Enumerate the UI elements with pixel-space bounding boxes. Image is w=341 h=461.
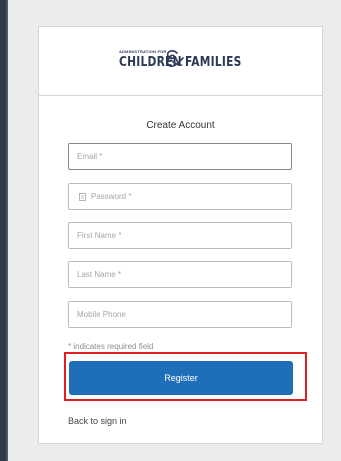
last-name-field[interactable]: [68, 261, 292, 288]
logo-header: ADMINISTRATION FOR CHILDREN FAMILIES: [39, 27, 322, 96]
form-title: Create Account: [146, 120, 215, 131]
first-name-field[interactable]: [68, 222, 292, 249]
window-frame-edge: [0, 0, 8, 461]
create-account-card: ADMINISTRATION FOR CHILDREN FAMILIES Cre…: [38, 26, 323, 444]
back-to-sign-in-link[interactable]: Back to sign in: [68, 416, 127, 426]
email-field[interactable]: [68, 143, 292, 170]
first-name-input[interactable]: [69, 223, 291, 248]
password-input[interactable]: [69, 184, 291, 209]
mobile-phone-input[interactable]: [69, 302, 291, 327]
email-input[interactable]: [69, 144, 291, 169]
password-field[interactable]: [68, 183, 292, 210]
register-button[interactable]: Register: [69, 361, 293, 395]
required-field-hint: * indicates required field: [68, 342, 154, 351]
last-name-input[interactable]: [69, 262, 291, 287]
acf-logo: ADMINISTRATION FOR CHILDREN FAMILIES: [111, 49, 256, 75]
ampersand-icon: [166, 50, 184, 67]
logo-word-families: FAMILIES: [185, 55, 242, 70]
mobile-phone-field[interactable]: [68, 301, 292, 328]
